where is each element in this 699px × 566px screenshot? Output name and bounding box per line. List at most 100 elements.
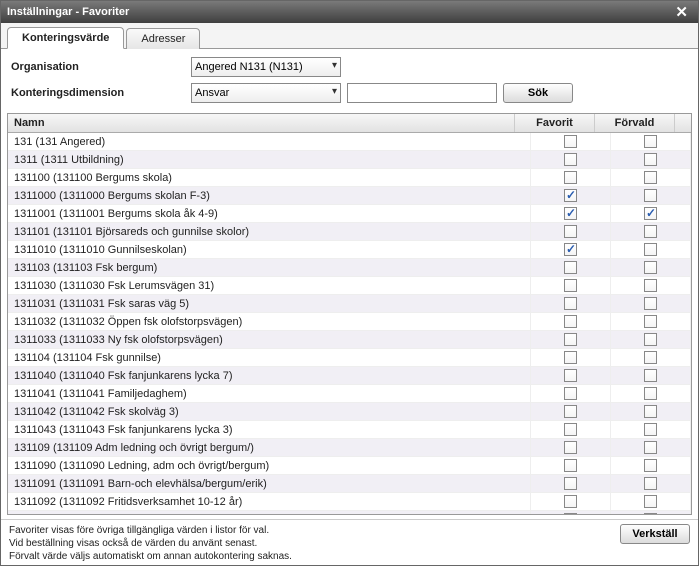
table-row: 1311031 (1311031 Fsk saras väg 5) xyxy=(8,295,691,313)
cell-name: 131103 (131103 Fsk bergum) xyxy=(8,259,531,277)
table-row: 1311042 (1311042 Fsk skolväg 3) xyxy=(8,403,691,421)
default-checkbox[interactable] xyxy=(644,279,657,292)
cell-name: 1311 (1311 Utbildning) xyxy=(8,151,531,169)
favorite-checkbox[interactable] xyxy=(564,279,577,292)
default-checkbox[interactable] xyxy=(644,207,657,220)
col-favorite: Favorit xyxy=(515,114,595,132)
default-checkbox[interactable] xyxy=(644,459,657,472)
default-checkbox[interactable] xyxy=(644,333,657,346)
table-row: 131103 (131103 Fsk bergum) xyxy=(8,259,691,277)
favorite-checkbox[interactable] xyxy=(564,333,577,346)
favorite-checkbox[interactable] xyxy=(564,495,577,508)
favorite-checkbox[interactable] xyxy=(564,441,577,454)
search-button[interactable]: Sök xyxy=(503,83,573,103)
favorite-checkbox[interactable] xyxy=(564,315,577,328)
cell-name: 1311042 (1311042 Fsk skolväg 3) xyxy=(8,403,531,421)
default-checkbox[interactable] xyxy=(644,135,657,148)
cell-name: 1311032 (1311032 Öppen fsk olofstorpsväg… xyxy=(8,313,531,331)
favorite-checkbox[interactable] xyxy=(564,189,577,202)
cell-name: 131101 (131101 Björsareds och gunnilse s… xyxy=(8,223,531,241)
default-checkbox[interactable] xyxy=(644,261,657,274)
cell-name: 13111 (13111 Västra Angered) xyxy=(8,511,531,515)
close-icon[interactable]: ✕ xyxy=(671,3,692,21)
organisation-select[interactable]: Angered N131 (N131) xyxy=(191,57,341,77)
cell-name: 1311030 (1311030 Fsk Lerumsvägen 31) xyxy=(8,277,531,295)
table-row: 1311091 (1311091 Barn-och elevhälsa/berg… xyxy=(8,475,691,493)
table-row: 131101 (131101 Björsareds och gunnilse s… xyxy=(8,223,691,241)
favorite-checkbox[interactable] xyxy=(564,171,577,184)
default-checkbox[interactable] xyxy=(644,423,657,436)
default-checkbox[interactable] xyxy=(644,495,657,508)
default-checkbox[interactable] xyxy=(644,297,657,310)
footer-line-3: Förvalt värde väljs automatiskt om annan… xyxy=(9,550,614,563)
cell-name: 1311033 (1311033 Ny fsk olofstorpsvägen) xyxy=(8,331,531,349)
konteringsdimension-label: Konteringsdimension xyxy=(11,87,191,99)
favorite-checkbox[interactable] xyxy=(564,243,577,256)
cell-name: 1311043 (1311043 Fsk fanjunkarens lycka … xyxy=(8,421,531,439)
default-checkbox[interactable] xyxy=(644,171,657,184)
default-checkbox[interactable] xyxy=(644,225,657,238)
default-checkbox[interactable] xyxy=(644,351,657,364)
default-checkbox[interactable] xyxy=(644,477,657,490)
cell-name: 1311001 (1311001 Bergums skola åk 4-9) xyxy=(8,205,531,223)
table-row: 1311033 (1311033 Ny fsk olofstorpsvägen) xyxy=(8,331,691,349)
cell-name: 131 (131 Angered) xyxy=(8,133,531,151)
favorite-checkbox[interactable] xyxy=(564,423,577,436)
default-checkbox[interactable] xyxy=(644,189,657,202)
cell-name: 1311091 (1311091 Barn-och elevhälsa/berg… xyxy=(8,475,531,493)
table-row: 131104 (131104 Fsk gunnilse) xyxy=(8,349,691,367)
default-checkbox[interactable] xyxy=(644,441,657,454)
tab-konteringsvärde[interactable]: Konteringsvärde xyxy=(7,27,124,49)
favorite-checkbox[interactable] xyxy=(564,387,577,400)
favorite-checkbox[interactable] xyxy=(564,459,577,472)
cell-name: 1311010 (1311010 Gunnilseskolan) xyxy=(8,241,531,259)
table-row: 131 (131 Angered) xyxy=(8,133,691,151)
default-checkbox[interactable] xyxy=(644,243,657,256)
table-row: 131109 (131109 Adm ledning och övrigt be… xyxy=(8,439,691,457)
form-area: Organisation Angered N131 (N131) ▾ Konte… xyxy=(1,49,698,113)
favorite-checkbox[interactable] xyxy=(564,135,577,148)
favorite-checkbox[interactable] xyxy=(564,261,577,274)
apply-button[interactable]: Verkställ xyxy=(620,524,690,544)
table-row: 1311092 (1311092 Fritidsverksamhet 10-12… xyxy=(8,493,691,511)
favorite-checkbox[interactable] xyxy=(564,405,577,418)
favorite-checkbox[interactable] xyxy=(564,207,577,220)
favorite-checkbox[interactable] xyxy=(564,513,577,514)
default-checkbox[interactable] xyxy=(644,153,657,166)
table-body[interactable]: 131 (131 Angered)1311 (1311 Utbildning) 1… xyxy=(8,133,691,514)
cell-name: 131109 (131109 Adm ledning och övrigt be… xyxy=(8,439,531,457)
favorite-checkbox[interactable] xyxy=(564,225,577,238)
search-input[interactable] xyxy=(347,83,497,103)
favorite-checkbox[interactable] xyxy=(564,153,577,166)
table-row: 1311010 (1311010 Gunnilseskolan) xyxy=(8,241,691,259)
default-checkbox[interactable] xyxy=(644,513,657,514)
table-row: 13111 (13111 Västra Angered) xyxy=(8,511,691,514)
default-checkbox[interactable] xyxy=(644,405,657,418)
table-header: Namn Favorit Förvald xyxy=(8,114,691,133)
settings-window: Inställningar - Favoriter ✕ Konteringsvä… xyxy=(0,0,699,566)
cell-name: 1311090 (1311090 Ledning, adm och övrigt… xyxy=(8,457,531,475)
default-checkbox[interactable] xyxy=(644,387,657,400)
col-name: Namn xyxy=(8,114,515,132)
cell-name: 1311041 (1311041 Familjedaghem) xyxy=(8,385,531,403)
default-checkbox[interactable] xyxy=(644,369,657,382)
table-row: 1311032 (1311032 Öppen fsk olofstorpsväg… xyxy=(8,313,691,331)
table-row: 1311000 (1311000 Bergums skolan F-3) xyxy=(8,187,691,205)
favorite-checkbox[interactable] xyxy=(564,351,577,364)
cell-name: 1311040 (1311040 Fsk fanjunkarens lycka … xyxy=(8,367,531,385)
table-row: 1311 (1311 Utbildning) xyxy=(8,151,691,169)
favorite-checkbox[interactable] xyxy=(564,369,577,382)
tab-adresser[interactable]: Adresser xyxy=(126,28,200,49)
table-row: 1311040 (1311040 Fsk fanjunkarens lycka … xyxy=(8,367,691,385)
favorite-checkbox[interactable] xyxy=(564,297,577,310)
favorite-checkbox[interactable] xyxy=(564,477,577,490)
col-default: Förvald xyxy=(595,114,675,132)
konteringsdimension-select[interactable]: Ansvar xyxy=(191,83,341,103)
cell-name: 1311000 (1311000 Bergums skolan F-3) xyxy=(8,187,531,205)
table-row: 1311043 (1311043 Fsk fanjunkarens lycka … xyxy=(8,421,691,439)
default-checkbox[interactable] xyxy=(644,315,657,328)
results-table: Namn Favorit Förvald 131 (131 Angered)13… xyxy=(7,113,692,515)
table-row: 1311041 (1311041 Familjedaghem) xyxy=(8,385,691,403)
titlebar: Inställningar - Favoriter ✕ xyxy=(1,1,698,23)
cell-name: 1311031 (1311031 Fsk saras väg 5) xyxy=(8,295,531,313)
